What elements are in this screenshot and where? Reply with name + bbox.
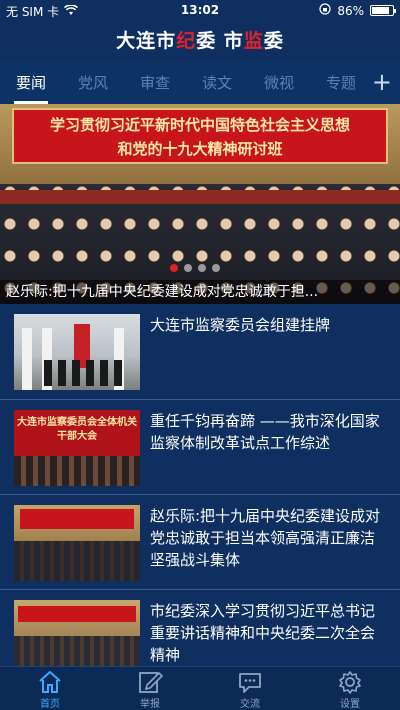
- news-title[interactable]: 市纪委深入学习贯彻习近平总书记重要讲话精神和中央纪委二次全会精神: [150, 600, 388, 666]
- news-item[interactable]: 赵乐际:把十九届中央纪委建设成对党忠诚敢于担当本领高强清正廉洁坚强战斗集体: [0, 494, 400, 589]
- chat-icon: [239, 673, 261, 693]
- banner-sign-line1: 学习贯彻习近平新时代中国特色社会主义思想: [49, 116, 350, 134]
- nav-report[interactable]: 举报: [100, 667, 200, 710]
- bottom-nav: 首页 举报 交流 设置: [0, 666, 400, 710]
- thumb-banner: [18, 606, 136, 622]
- news-thumbnail: [14, 600, 140, 666]
- banner-sign-line2: 和党的十九大精神研讨班: [117, 140, 283, 158]
- thumb-crowd: [14, 636, 140, 666]
- status-right: 86%: [319, 3, 396, 18]
- news-thumbnail: [14, 314, 140, 390]
- tab-weishi[interactable]: 微视: [248, 62, 310, 104]
- battery-fill: [372, 7, 390, 14]
- title-accent: 纪: [176, 30, 197, 52]
- nav-settings[interactable]: 设置: [300, 667, 400, 710]
- carousel-dot[interactable]: [198, 264, 206, 272]
- title-part: 委: [263, 30, 284, 52]
- carousel-dot[interactable]: [212, 264, 220, 272]
- news-item[interactable]: 市纪委深入学习贯彻习近平总书记重要讲话精神和中央纪委二次全会精神: [0, 589, 400, 666]
- tab-yaowen[interactable]: 要闻: [0, 62, 62, 104]
- nav-settings-label: 设置: [340, 699, 360, 710]
- title-part: 委 市: [196, 30, 244, 52]
- tab-duwen[interactable]: 读文: [186, 62, 248, 104]
- app-title: 大连市纪委 市监委: [0, 20, 400, 62]
- carousel-indicator: [170, 264, 220, 272]
- title-accent: 监: [243, 30, 264, 52]
- thumb-banner: [20, 509, 134, 529]
- status-bar: 无 SIM 卡 13:02 86%: [0, 0, 400, 20]
- nav-chat[interactable]: 交流: [200, 667, 300, 710]
- news-title[interactable]: 重任千钧再奋蹄 ——我市深化国家监察体制改革试点工作综述: [150, 410, 388, 454]
- thumb-pillar: [22, 328, 32, 390]
- nav-chat-label: 交流: [240, 699, 260, 710]
- nav-home-label: 首页: [40, 699, 60, 710]
- news-item[interactable]: 大连市监察委员会组建挂牌: [0, 304, 400, 399]
- banner-caption[interactable]: 赵乐际:把十九届中央纪委建设成对党忠诚敢于担...: [0, 280, 400, 304]
- banner-sign: 学习贯彻习近平新时代中国特色社会主义思想 和党的十九大精神研讨班: [12, 108, 388, 164]
- title-part: 大连市: [116, 30, 177, 52]
- carousel-dot[interactable]: [184, 264, 192, 272]
- report-edit-icon: [139, 671, 163, 693]
- thumb-crowd: [14, 456, 140, 486]
- nav-home[interactable]: 首页: [0, 667, 100, 710]
- home-icon: [39, 671, 61, 693]
- add-tab-button[interactable]: +: [372, 62, 392, 104]
- news-title[interactable]: 大连市监察委员会组建挂牌: [150, 314, 388, 336]
- gear-icon: [339, 671, 361, 694]
- tab-zhuanti[interactable]: 专题: [310, 62, 372, 104]
- news-thumbnail: 大连市监察委员会全体机关干部大会: [14, 410, 140, 486]
- thumb-crowd: [14, 541, 140, 581]
- thumb-banner-text: 大连市监察委员会全体机关干部大会: [17, 417, 137, 442]
- tab-shencha[interactable]: 审查: [124, 62, 186, 104]
- nav-report-label: 举报: [140, 699, 160, 710]
- category-tabs: 要闻 党风 审查 读文 微视 专题 +: [0, 62, 400, 104]
- banner-carousel[interactable]: 学习贯彻习近平新时代中国特色社会主义思想 和党的十九大精神研讨班: [0, 104, 400, 304]
- carousel-dot[interactable]: [170, 264, 178, 272]
- rotation-lock-icon: [319, 3, 331, 18]
- news-thumbnail: [14, 505, 140, 581]
- battery-icon: [370, 5, 396, 16]
- banner-photo-table: [0, 190, 400, 204]
- news-list: 大连市监察委员会组建挂牌 大连市监察委员会全体机关干部大会 重任千钧再奋蹄 ——…: [0, 304, 400, 666]
- battery-percent: 86%: [337, 3, 364, 18]
- tab-dangfeng[interactable]: 党风: [62, 62, 124, 104]
- news-item[interactable]: 大连市监察委员会全体机关干部大会 重任千钧再奋蹄 ——我市深化国家监察体制改革试…: [0, 399, 400, 494]
- thumb-people: [44, 360, 124, 386]
- news-title[interactable]: 赵乐际:把十九届中央纪委建设成对党忠诚敢于担当本领高强清正廉洁坚强战斗集体: [150, 505, 388, 571]
